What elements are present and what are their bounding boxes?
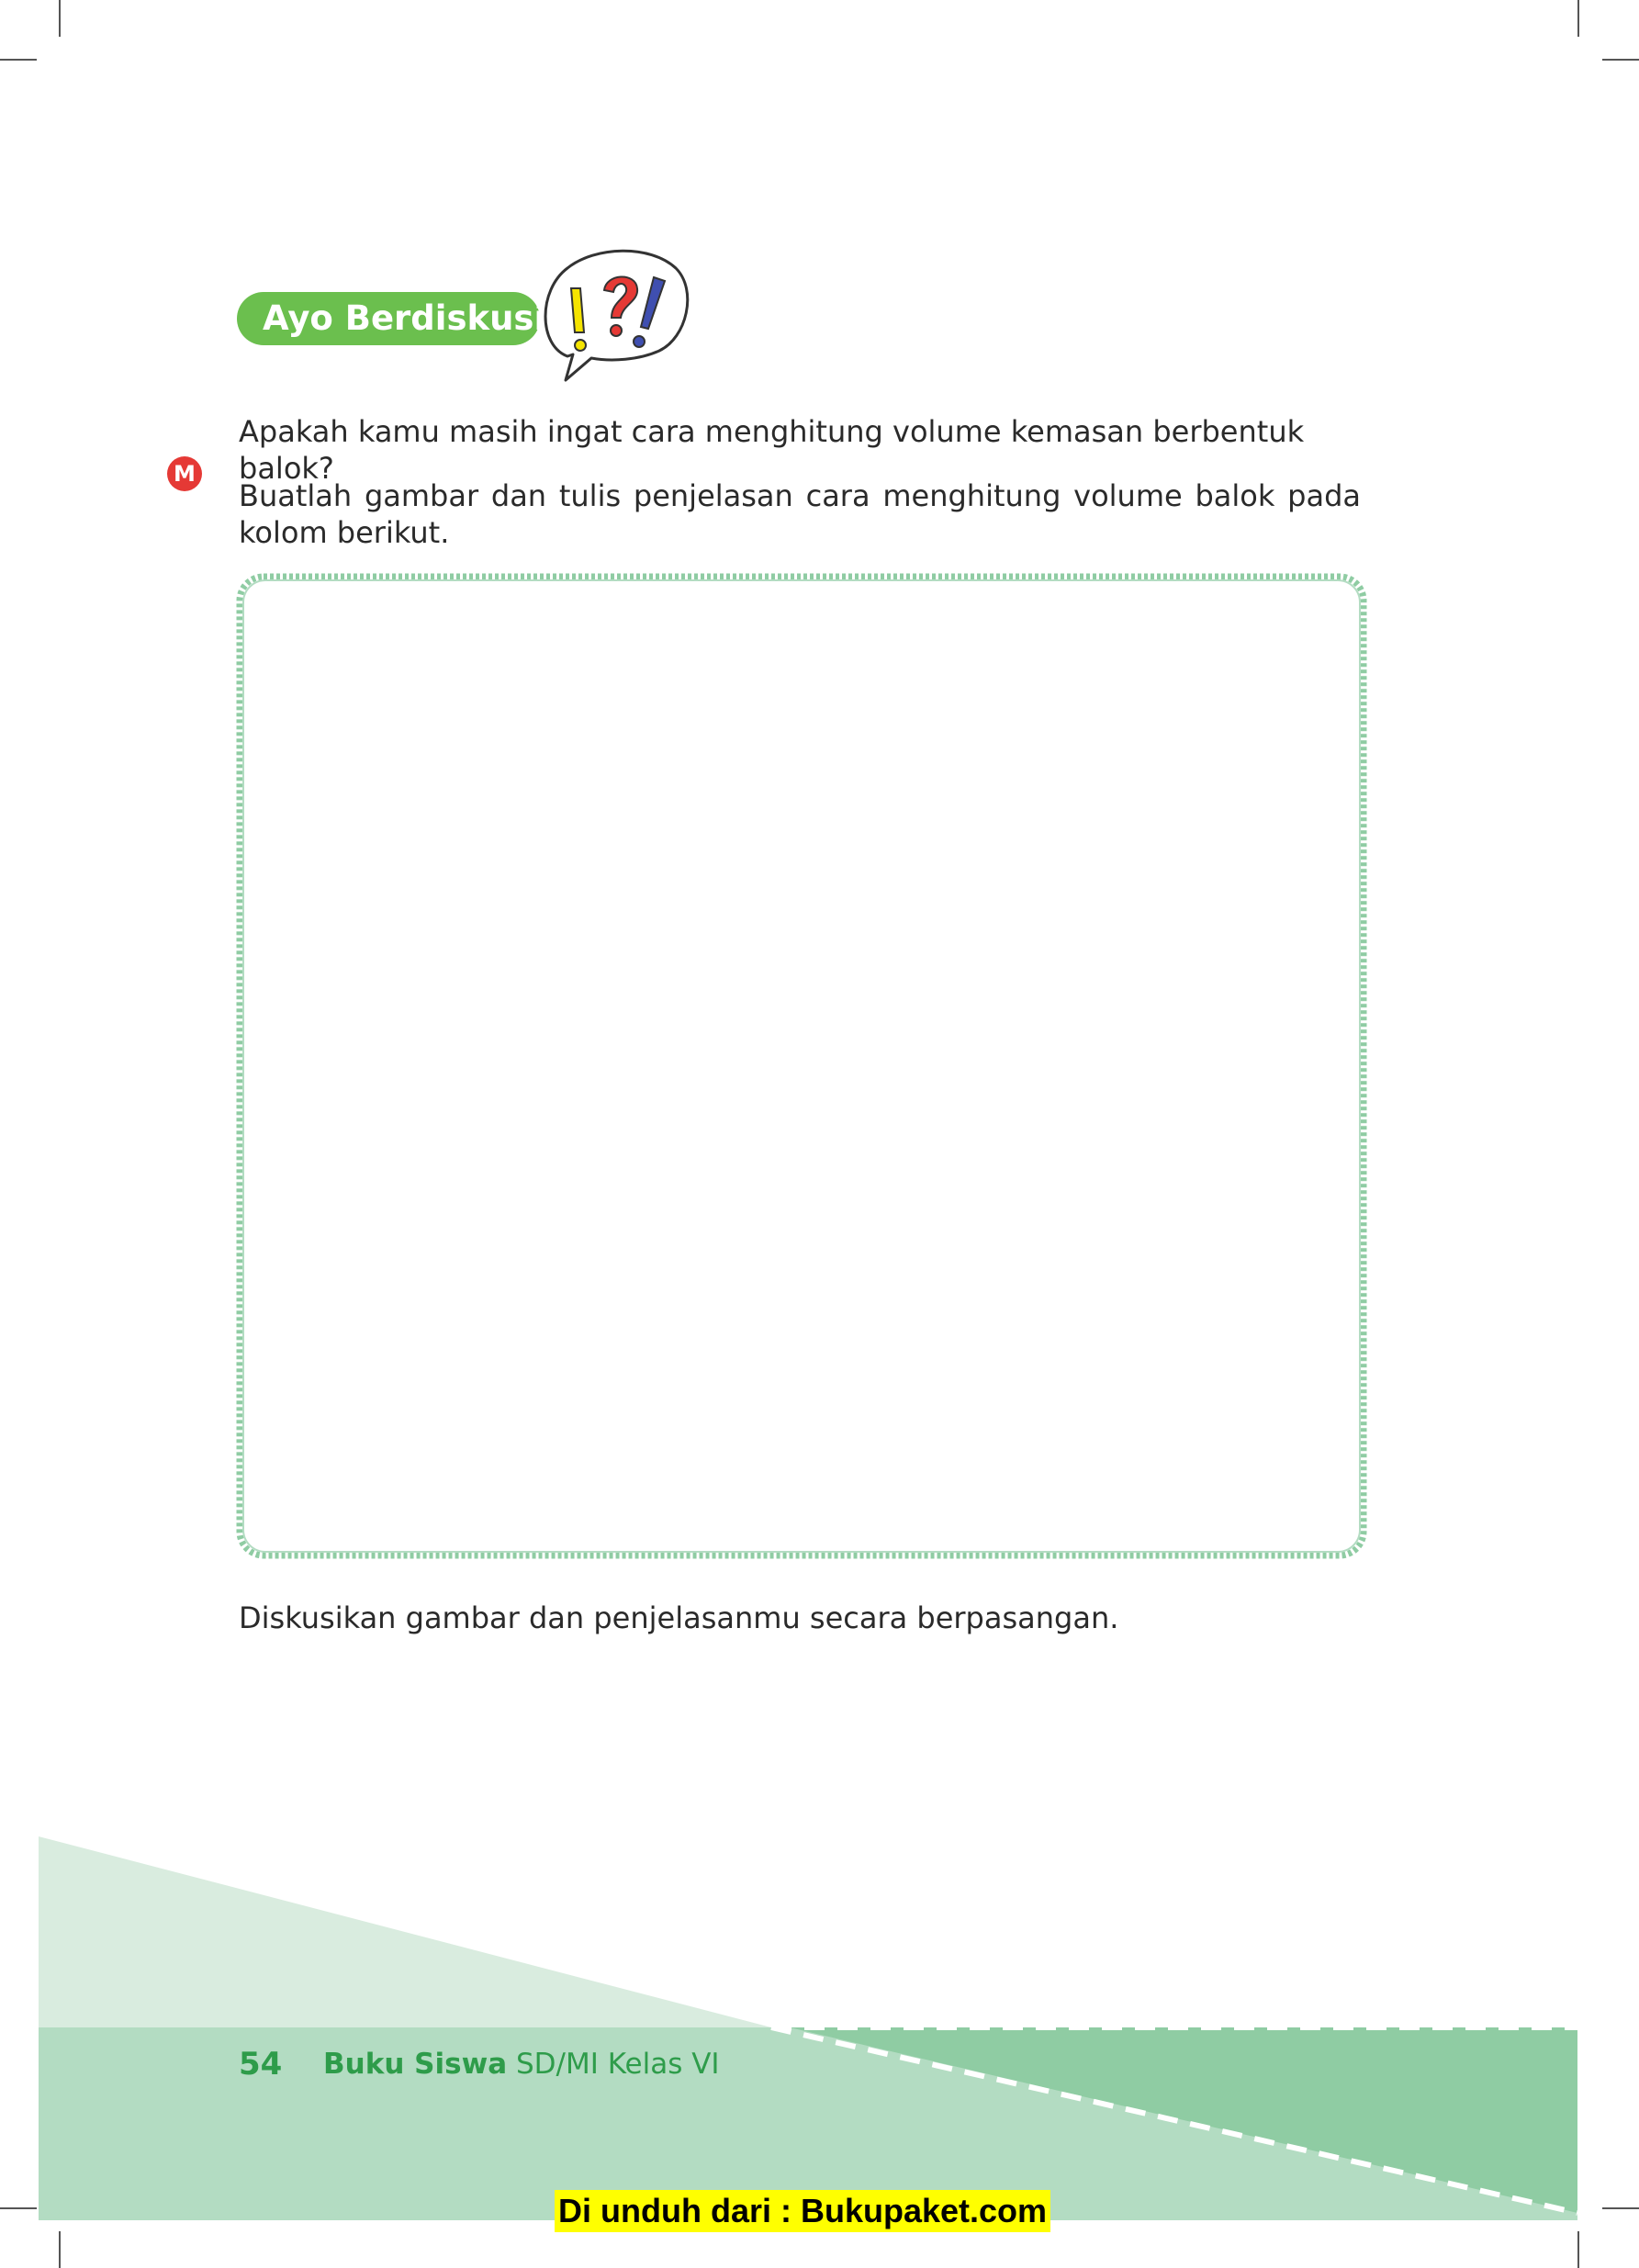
closing-text: Diskusikan gambar dan penjelasanmu secar…	[239, 1600, 1119, 1635]
m-marker-badge: M	[167, 456, 202, 491]
crop-mark	[1602, 59, 1639, 61]
crop-mark	[59, 0, 61, 37]
book-title: Buku Siswa SD/MI Kelas VI	[323, 2048, 720, 2081]
section-header-badge: Ayo Berdiskusi	[237, 292, 545, 345]
answer-box[interactable]	[234, 571, 1369, 1561]
instruction-text: Buatlah gambar dan tulis penjelasan cara…	[239, 478, 1361, 550]
question-text: Apakah kamu masih ingat cara menghitung …	[239, 414, 1305, 486]
page-number: 54	[239, 2046, 283, 2083]
section-header-label: Ayo Berdiskusi	[263, 298, 546, 338]
crop-mark	[0, 59, 37, 61]
crop-mark	[1577, 2231, 1579, 2268]
footer-decoration	[39, 1836, 1578, 2220]
book-title-bold: Buku Siswa	[323, 2048, 508, 2081]
download-source-note: Di unduh dari : Bukupaket.com	[555, 2190, 1051, 2232]
exclamation-question-bubble-icon	[544, 249, 690, 382]
crop-mark	[59, 2231, 61, 2268]
crop-mark	[1577, 0, 1579, 37]
book-title-rest: SD/MI Kelas VI	[516, 2048, 720, 2081]
